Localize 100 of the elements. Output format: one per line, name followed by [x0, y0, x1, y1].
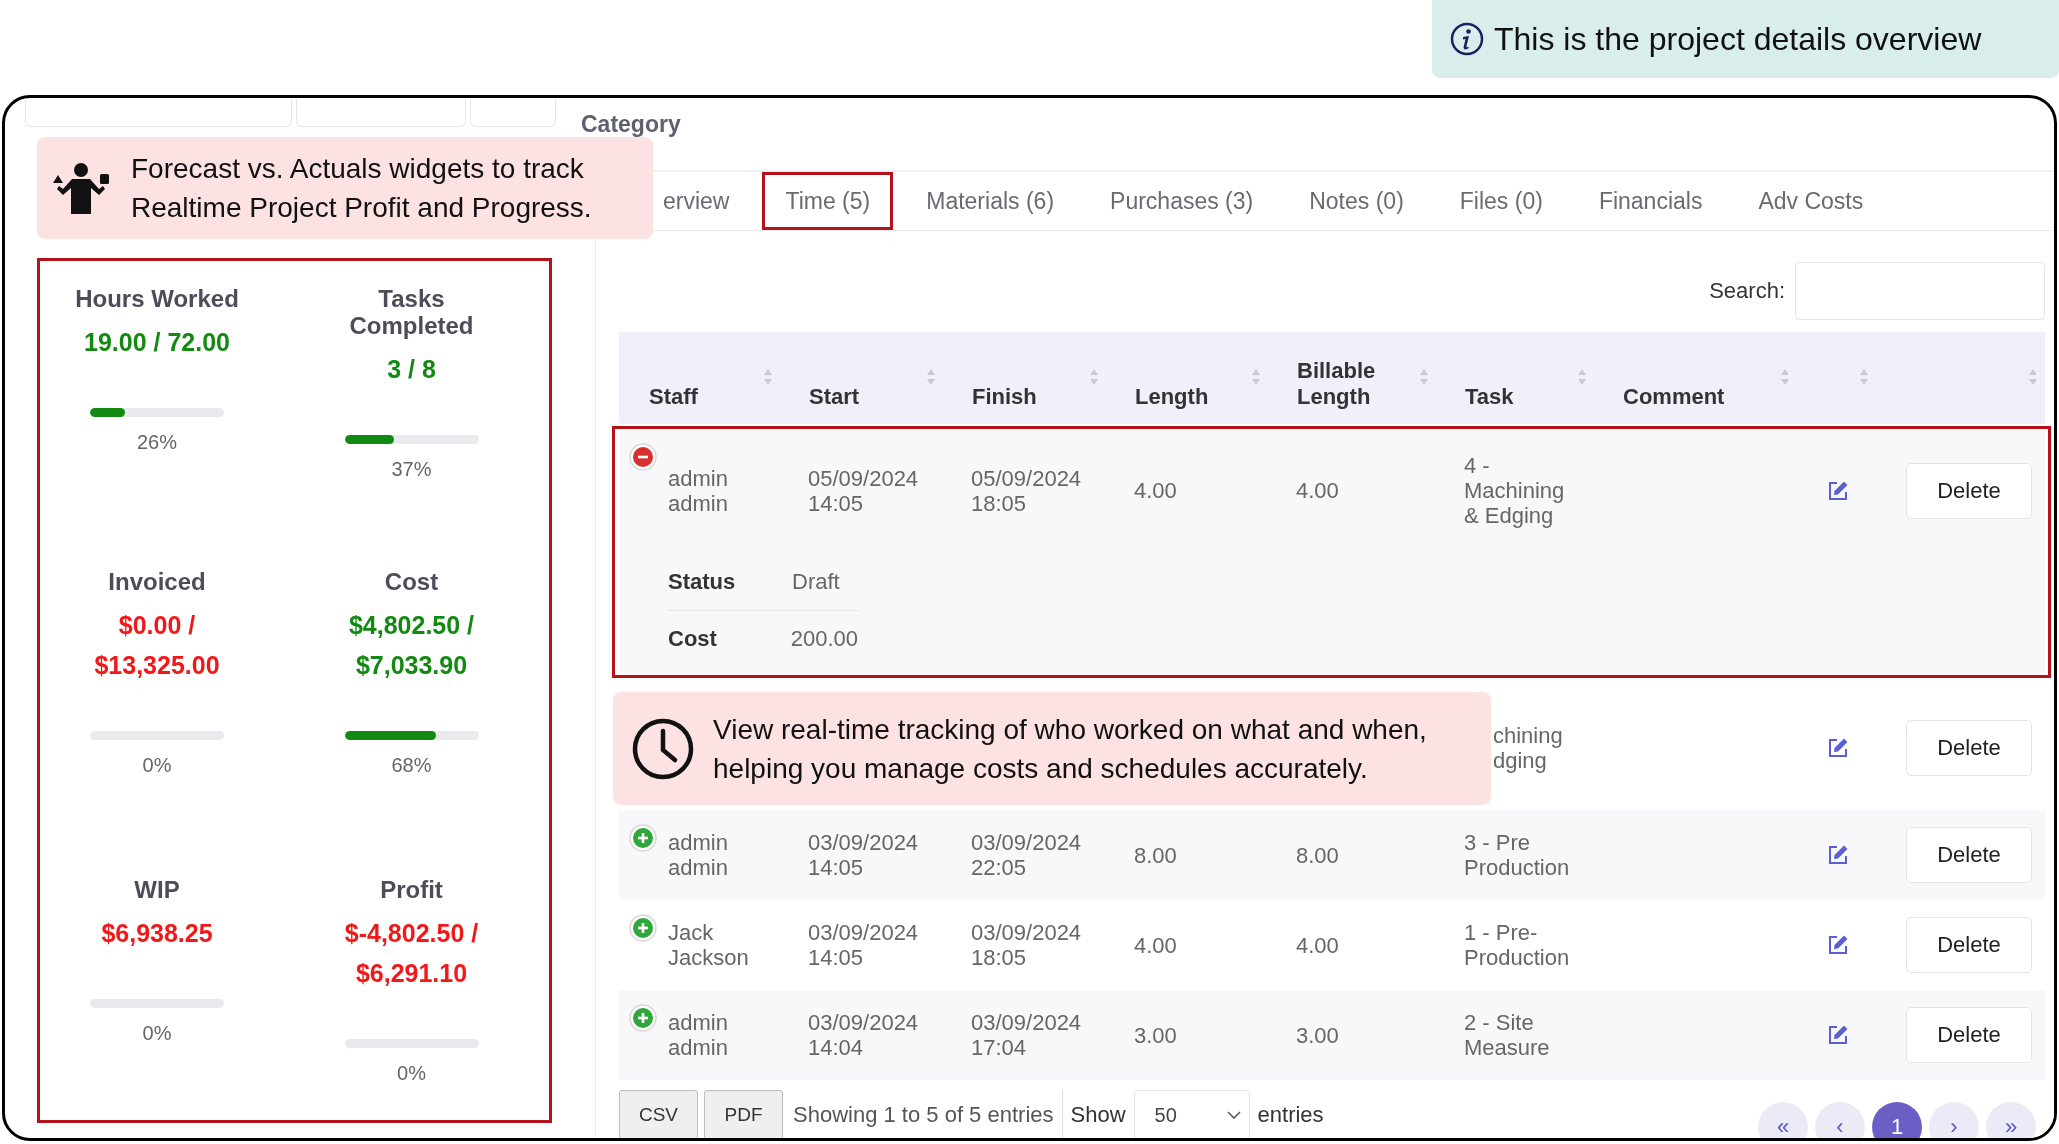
- metric-value: $-4,802.50 / $6,291.10: [343, 918, 480, 989]
- page-button[interactable]: ‹: [1815, 1102, 1865, 1138]
- tab[interactable]: Time (5): [762, 172, 894, 230]
- page-button[interactable]: ›: [1929, 1102, 1979, 1138]
- delete-button[interactable]: Delete: [1906, 917, 2032, 973]
- callout-text: View real-time tracking of who worked on what and when, helping you manage costs and schedules accurately.: [713, 712, 1427, 786]
- entries-label: entries: [1257, 1102, 1324, 1128]
- collapse-icon[interactable]: [629, 443, 657, 471]
- table-cell-text: 1 - Pre-Production: [1464, 920, 1571, 970]
- search-label: Search:: [1709, 278, 1785, 304]
- page-button[interactable]: »: [1986, 1102, 2036, 1138]
- sort-icon[interactable]: [926, 368, 936, 386]
- tab[interactable]: Financials: [1575, 172, 1726, 230]
- metric-value: 3 / 8: [387, 354, 436, 385]
- column-header[interactable]: Task: [1465, 384, 1514, 410]
- table-cell-text: 03/09/2024 18:05: [971, 920, 1083, 970]
- column-header[interactable]: Comment: [1623, 384, 1725, 410]
- sort-icon[interactable]: [1419, 368, 1429, 386]
- table-cell-text: chining dging: [1493, 722, 1564, 773]
- table-cell-text: Jack Jackson: [668, 920, 750, 970]
- table-cell: 8.00: [1134, 842, 1177, 868]
- sort-icon[interactable]: [2028, 368, 2038, 386]
- column-header[interactable]: Staff: [649, 384, 698, 410]
- tab[interactable]: Files (0): [1436, 172, 1566, 230]
- table-cell-text: admin admin: [668, 1010, 729, 1060]
- page-button[interactable]: «: [1758, 1102, 1808, 1138]
- category-label: Category: [581, 111, 681, 137]
- metric-title: Hours Worked: [75, 285, 239, 312]
- table-cell-text: 03/09/2024 14:04: [808, 1010, 920, 1060]
- column-header[interactable]: Finish: [972, 384, 1037, 410]
- percent-label: 37%: [391, 458, 432, 481]
- percent-label: 0%: [142, 1022, 172, 1045]
- delete-button[interactable]: Delete: [1906, 719, 2032, 776]
- table-cell-text: 03/09/2024 14:05: [808, 830, 920, 880]
- table-cell: 4.00: [1296, 478, 1339, 503]
- entries-info: Showing 1 to 5 of 5 entries: [793, 1090, 1063, 1138]
- detail-value: 200.00: [790, 626, 858, 652]
- column-header[interactable]: Start: [809, 384, 860, 410]
- metric-value: $4,802.50 / $7,033.90: [347, 610, 476, 681]
- table-cell: 4.00: [1296, 932, 1339, 958]
- table-cell-text: admin admin: [668, 465, 729, 516]
- tab[interactable]: erview: [658, 172, 753, 230]
- metric-title: Profit: [380, 876, 443, 903]
- percent-label: 68%: [391, 754, 432, 777]
- percent-label: 26%: [137, 431, 177, 454]
- detail-label: Cost: [668, 626, 718, 652]
- table-cell-text: 05/09/2024 18:05: [971, 465, 1083, 516]
- page-button[interactable]: 1: [1872, 1102, 1922, 1138]
- table-cell: 3.00: [1296, 1022, 1339, 1048]
- table-cell-text: 03/09/2024 17:04: [971, 1010, 1083, 1060]
- table-cell-text: admin admin: [668, 830, 729, 880]
- table-cell: 8.00: [1296, 842, 1339, 868]
- table-cell-text: 03/09/2024 14:05: [808, 920, 920, 970]
- percent-label: 0%: [142, 754, 172, 777]
- show-label: Show: [1070, 1102, 1126, 1128]
- tab[interactable]: Notes (0): [1286, 172, 1427, 230]
- sort-icon[interactable]: [1577, 368, 1587, 386]
- sort-icon[interactable]: [1859, 368, 1869, 386]
- metric-title: WIP: [134, 876, 180, 903]
- metric-title: Invoiced: [108, 568, 206, 595]
- callout-text: Forecast vs. Actuals widgets to track Realtime Project Profit and Progress.: [131, 152, 592, 225]
- delete-button[interactable]: Delete: [1906, 1007, 2032, 1063]
- metric-title: Cost: [384, 568, 439, 595]
- expand-icon[interactable]: [629, 914, 657, 942]
- table-cell-text: 2 - Site Measure: [1464, 1010, 1551, 1060]
- table-cell: 4.00: [1134, 932, 1177, 958]
- banner-text: This is the project details overview: [1494, 20, 1982, 58]
- table-cell-text: 4 - Machining & Edging: [1464, 453, 1566, 528]
- table-cell: 3.00: [1134, 1022, 1177, 1048]
- table-cell: 4.00: [1134, 478, 1177, 503]
- delete-button[interactable]: Delete: [1906, 827, 2032, 883]
- metric-value: $6,938.25: [101, 918, 213, 949]
- tab[interactable]: Adv Costs: [1735, 172, 1887, 230]
- export-button[interactable]: CSV: [619, 1090, 698, 1138]
- tab[interactable]: Purchases (3): [1087, 172, 1277, 230]
- search-field[interactable]: [1795, 262, 2045, 320]
- percent-label: 0%: [397, 1062, 426, 1085]
- tab[interactable]: Materials (6): [903, 172, 1078, 230]
- clock-icon: [631, 716, 695, 781]
- table-cell-text: 3 - Pre Production: [1464, 830, 1571, 880]
- detail-label: Status: [668, 569, 737, 595]
- person-with-shapes-icon: [51, 162, 111, 214]
- detail-value: Draft: [792, 569, 840, 595]
- column-header[interactable]: Length: [1135, 384, 1209, 410]
- expand-icon[interactable]: [629, 824, 657, 852]
- sort-icon[interactable]: [763, 368, 773, 386]
- metric-value: 19.00 / 72.00: [84, 327, 230, 358]
- table-cell-text: 05/09/2024 14:05: [808, 465, 920, 516]
- table-cell-text: 03/09/2024 22:05: [971, 830, 1083, 880]
- metric-title: Tasks Completed: [348, 285, 475, 339]
- export-button[interactable]: PDF: [704, 1090, 783, 1138]
- page-size-select[interactable]: 50: [1133, 1090, 1250, 1138]
- sort-icon[interactable]: [1251, 368, 1261, 386]
- caret-icon: [1226, 1111, 1241, 1119]
- sort-icon[interactable]: [1780, 368, 1790, 386]
- column-header[interactable]: Billable Length: [1297, 358, 1412, 410]
- delete-button[interactable]: Delete: [1906, 462, 2032, 519]
- metric-value: $0.00 / $13,325.00: [93, 610, 221, 681]
- expand-icon[interactable]: [629, 1004, 657, 1032]
- sort-icon[interactable]: [1089, 368, 1099, 386]
